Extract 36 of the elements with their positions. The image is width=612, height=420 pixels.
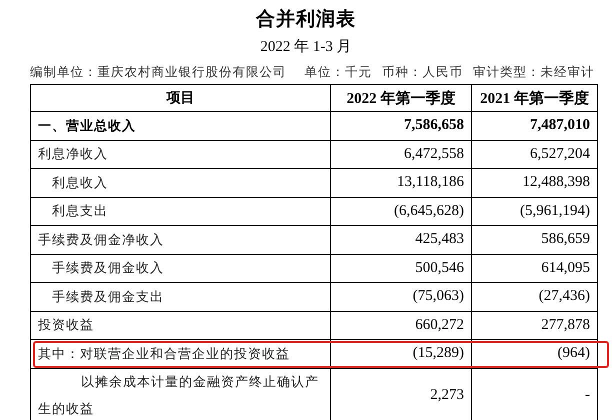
table-cell: 投资收益 [30,311,330,340]
report-period: 2022 年 1-3 月 [260,38,352,56]
table-cell: 手续费及佣金收入 [30,254,330,282]
table-cell: 277,878 [472,311,598,340]
report-info: 审计类型：未经审计 [473,64,594,80]
column-header: 2022 年第一季度 [330,84,472,112]
table-cell: (75,063) [330,282,472,311]
table-cell: 利息净收入 [30,140,330,168]
column-header: 2021 年第一季度 [472,84,598,112]
table-cell: (6,645,628) [330,197,472,226]
table-cell: 500,546 [330,254,472,282]
table-cell: 7,586,658 [330,112,472,140]
table-cell: 586,659 [472,226,598,254]
table-cell: (964) [472,340,598,368]
table-cell: 7,487,010 [472,112,598,140]
report-info: 编制单位：重庆农村商业银行股份有限公司 [30,64,286,80]
table-cell: 614,095 [472,254,598,282]
table-cell: 425,483 [330,226,472,254]
report-info: 单位：千元 [304,64,372,80]
table-cell: 手续费及佣金支出 [30,282,330,311]
table-cell: (27,436) [472,282,598,311]
column-header: 项目 [30,84,330,112]
report-title: 合并利润表 [256,7,356,32]
table-cell: 一、营业总收入 [30,112,330,140]
table-cell: (15,289) [330,340,472,368]
table-cell: 利息支出 [30,197,330,226]
report-info: 币种：人民币 [382,64,463,80]
table-cell: 13,118,186 [330,168,472,197]
table-cell: (5,961,194) [472,197,598,226]
table-cell: 6,527,204 [472,140,598,168]
table-cell: 12,488,398 [472,168,598,197]
table-cell: 660,272 [330,311,472,340]
table-cell: 手续费及佣金净收入 [30,226,330,254]
table-cell: 6,472,558 [330,140,472,168]
table-cell: 利息收入 [30,168,330,197]
table-cell: 以摊余成本计量的金融资产终止确认产生的收益 [30,368,330,420]
